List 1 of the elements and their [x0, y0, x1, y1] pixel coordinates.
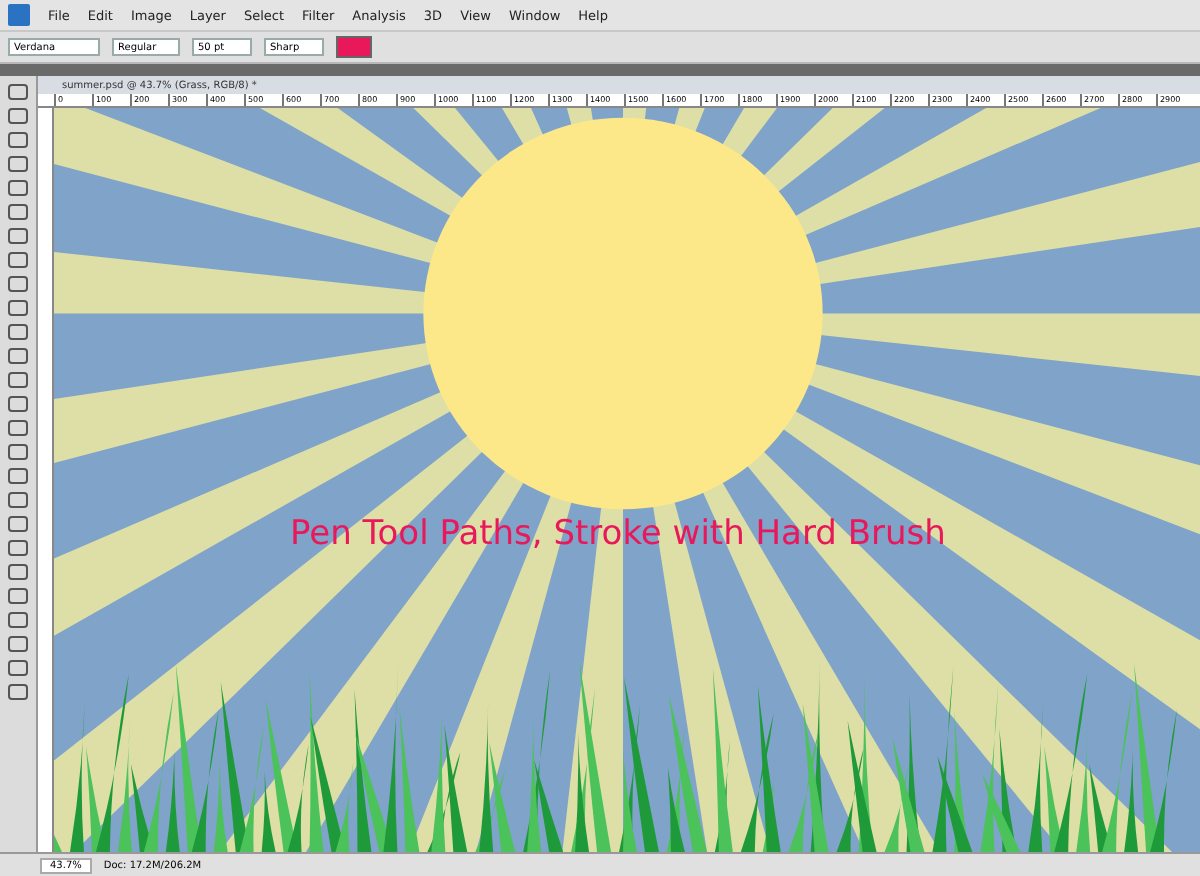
text-color-swatch[interactable]: [336, 36, 372, 58]
